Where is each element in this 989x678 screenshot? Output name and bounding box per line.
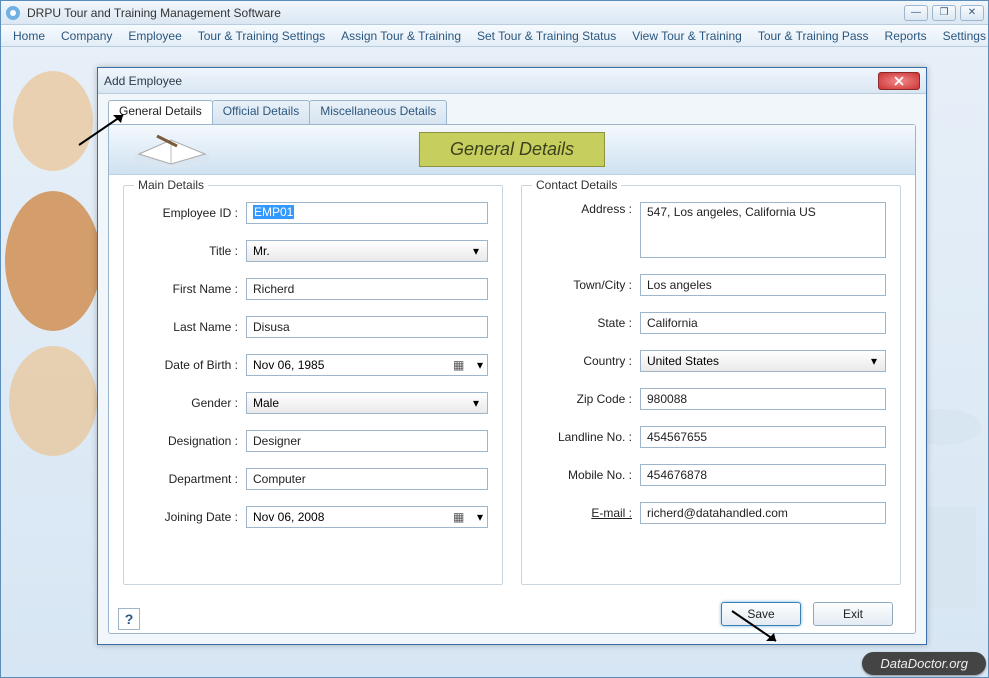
last-name-label: Last Name : xyxy=(138,320,246,334)
zip-label: Zip Code : xyxy=(536,392,640,406)
main-details-group: Main Details Employee ID : EMP01 Title :… xyxy=(123,185,503,585)
calendar-icon: ▦ xyxy=(453,358,467,372)
add-employee-dialog: Add Employee General Details Official De… xyxy=(97,67,927,645)
first-name-label: First Name : xyxy=(138,282,246,296)
panel-banner: General Details xyxy=(419,132,605,167)
app-icon xyxy=(5,5,21,21)
state-input[interactable] xyxy=(640,312,886,334)
department-label: Department : xyxy=(138,472,246,486)
designation-input[interactable] xyxy=(246,430,488,452)
town-input[interactable] xyxy=(640,274,886,296)
main-window: DRPU Tour and Training Management Softwa… xyxy=(0,0,989,678)
app-title: DRPU Tour and Training Management Softwa… xyxy=(27,6,281,20)
exit-button[interactable]: Exit xyxy=(813,602,893,626)
employee-id-input[interactable]: EMP01 xyxy=(246,202,488,224)
form-area: Main Details Employee ID : EMP01 Title :… xyxy=(109,175,915,595)
landline-input[interactable] xyxy=(640,426,886,448)
tabs: General Details Official Details Miscell… xyxy=(108,100,916,124)
dialog-body: General Details Official Details Miscell… xyxy=(98,94,926,644)
dob-label: Date of Birth : xyxy=(138,358,246,372)
menu-settings[interactable]: Settings xyxy=(935,27,989,45)
menu-bar: Home Company Employee Tour & Training Se… xyxy=(1,25,988,47)
contact-details-group: Contact Details Address : Town/City : St… xyxy=(521,185,901,585)
title-bar: DRPU Tour and Training Management Softwa… xyxy=(1,1,988,25)
dialog-close-button[interactable] xyxy=(878,72,920,90)
first-name-input[interactable] xyxy=(246,278,488,300)
country-label: Country : xyxy=(536,354,640,368)
watermark: DataDoctor.org xyxy=(862,652,986,675)
gender-combo[interactable]: Male▾ xyxy=(246,392,488,414)
town-label: Town/City : xyxy=(536,278,640,292)
menu-view-tour-training[interactable]: View Tour & Training xyxy=(624,27,750,45)
mobile-label: Mobile No. : xyxy=(536,468,640,482)
dialog-footer: Save Exit xyxy=(109,595,915,633)
address-input[interactable] xyxy=(640,202,886,258)
chevron-down-icon: ▾ xyxy=(477,510,483,524)
calendar-icon: ▦ xyxy=(453,510,467,524)
landline-label: Landline No. : xyxy=(536,430,640,444)
chevron-down-icon: ▾ xyxy=(469,244,483,258)
employee-id-label: Employee ID : xyxy=(138,206,246,220)
department-input[interactable] xyxy=(246,468,488,490)
address-label: Address : xyxy=(536,202,640,216)
dob-datepicker[interactable]: Nov 06, 1985▦▾ xyxy=(246,354,488,376)
dialog-title-bar: Add Employee xyxy=(98,68,926,94)
menu-assign-tour-training[interactable]: Assign Tour & Training xyxy=(333,27,469,45)
minimize-button[interactable]: ― xyxy=(904,5,928,21)
last-name-input[interactable] xyxy=(246,316,488,338)
menu-tour-training-settings[interactable]: Tour & Training Settings xyxy=(190,27,333,45)
chevron-down-icon: ▾ xyxy=(867,354,881,368)
save-button[interactable]: Save xyxy=(721,602,801,626)
menu-reports[interactable]: Reports xyxy=(877,27,935,45)
country-combo[interactable]: United States▾ xyxy=(640,350,886,372)
main-details-legend: Main Details xyxy=(134,178,208,192)
tab-header: General Details xyxy=(109,125,915,175)
menu-set-status[interactable]: Set Tour & Training Status xyxy=(469,27,624,45)
maximize-button[interactable]: ❐ xyxy=(932,5,956,21)
mobile-input[interactable] xyxy=(640,464,886,486)
designation-label: Designation : xyxy=(138,434,246,448)
email-label[interactable]: E-mail : xyxy=(536,506,640,520)
tab-official-details[interactable]: Official Details xyxy=(212,100,310,124)
chevron-down-icon: ▾ xyxy=(477,358,483,372)
tab-general-details[interactable]: General Details xyxy=(108,100,213,124)
menu-home[interactable]: Home xyxy=(5,27,53,45)
dialog-title: Add Employee xyxy=(104,74,182,88)
menu-employee[interactable]: Employee xyxy=(120,27,189,45)
title-label: Title : xyxy=(138,244,246,258)
tab-miscellaneous-details[interactable]: Miscellaneous Details xyxy=(309,100,447,124)
window-buttons: ― ❐ ✕ xyxy=(904,5,984,21)
joining-date-label: Joining Date : xyxy=(138,510,246,524)
title-combo[interactable]: Mr.▾ xyxy=(246,240,488,262)
menu-tour-training-pass[interactable]: Tour & Training Pass xyxy=(750,27,877,45)
contact-details-legend: Contact Details xyxy=(532,178,621,192)
tab-panel: General Details Main Details Employee ID… xyxy=(108,124,916,634)
state-label: State : xyxy=(536,316,640,330)
menu-company[interactable]: Company xyxy=(53,27,120,45)
zip-input[interactable] xyxy=(640,388,886,410)
close-button[interactable]: ✕ xyxy=(960,5,984,21)
help-button[interactable]: ? xyxy=(118,608,140,630)
chevron-down-icon: ▾ xyxy=(469,396,483,410)
background-illustration-left xyxy=(3,61,103,461)
gender-label: Gender : xyxy=(138,396,246,410)
notebook-icon xyxy=(127,130,217,170)
joining-date-datepicker[interactable]: Nov 06, 2008▦▾ xyxy=(246,506,488,528)
email-input[interactable] xyxy=(640,502,886,524)
